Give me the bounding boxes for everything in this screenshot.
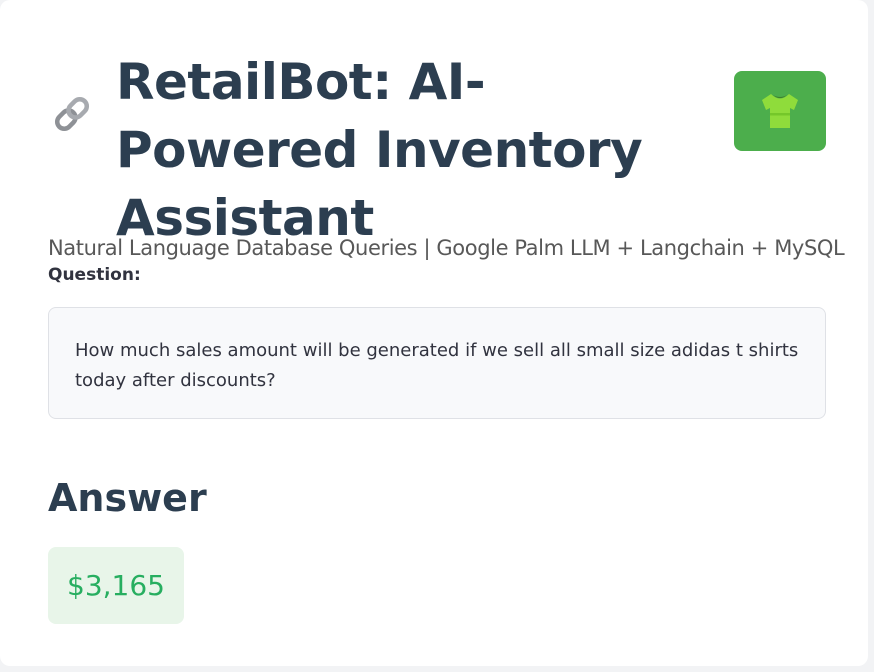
subtitle: Natural Language Database Queries | Goog… bbox=[48, 236, 845, 260]
question-text: How much sales amount will be generated … bbox=[75, 340, 799, 391]
answer-box: $3,165 bbox=[48, 547, 184, 624]
answer-value: $3,165 bbox=[67, 569, 165, 602]
answer-heading: Answer bbox=[48, 476, 207, 520]
retailbot-logo bbox=[734, 71, 826, 151]
link-icon bbox=[52, 94, 92, 134]
t-shirt-icon bbox=[762, 94, 798, 128]
page-title: RetailBot: AI-Powered Inventory Assistan… bbox=[116, 53, 643, 247]
question-label: Question: bbox=[48, 265, 141, 285]
question-box: How much sales amount will be generated … bbox=[48, 307, 826, 419]
main-card: RetailBot: AI-Powered Inventory Assistan… bbox=[0, 0, 868, 666]
